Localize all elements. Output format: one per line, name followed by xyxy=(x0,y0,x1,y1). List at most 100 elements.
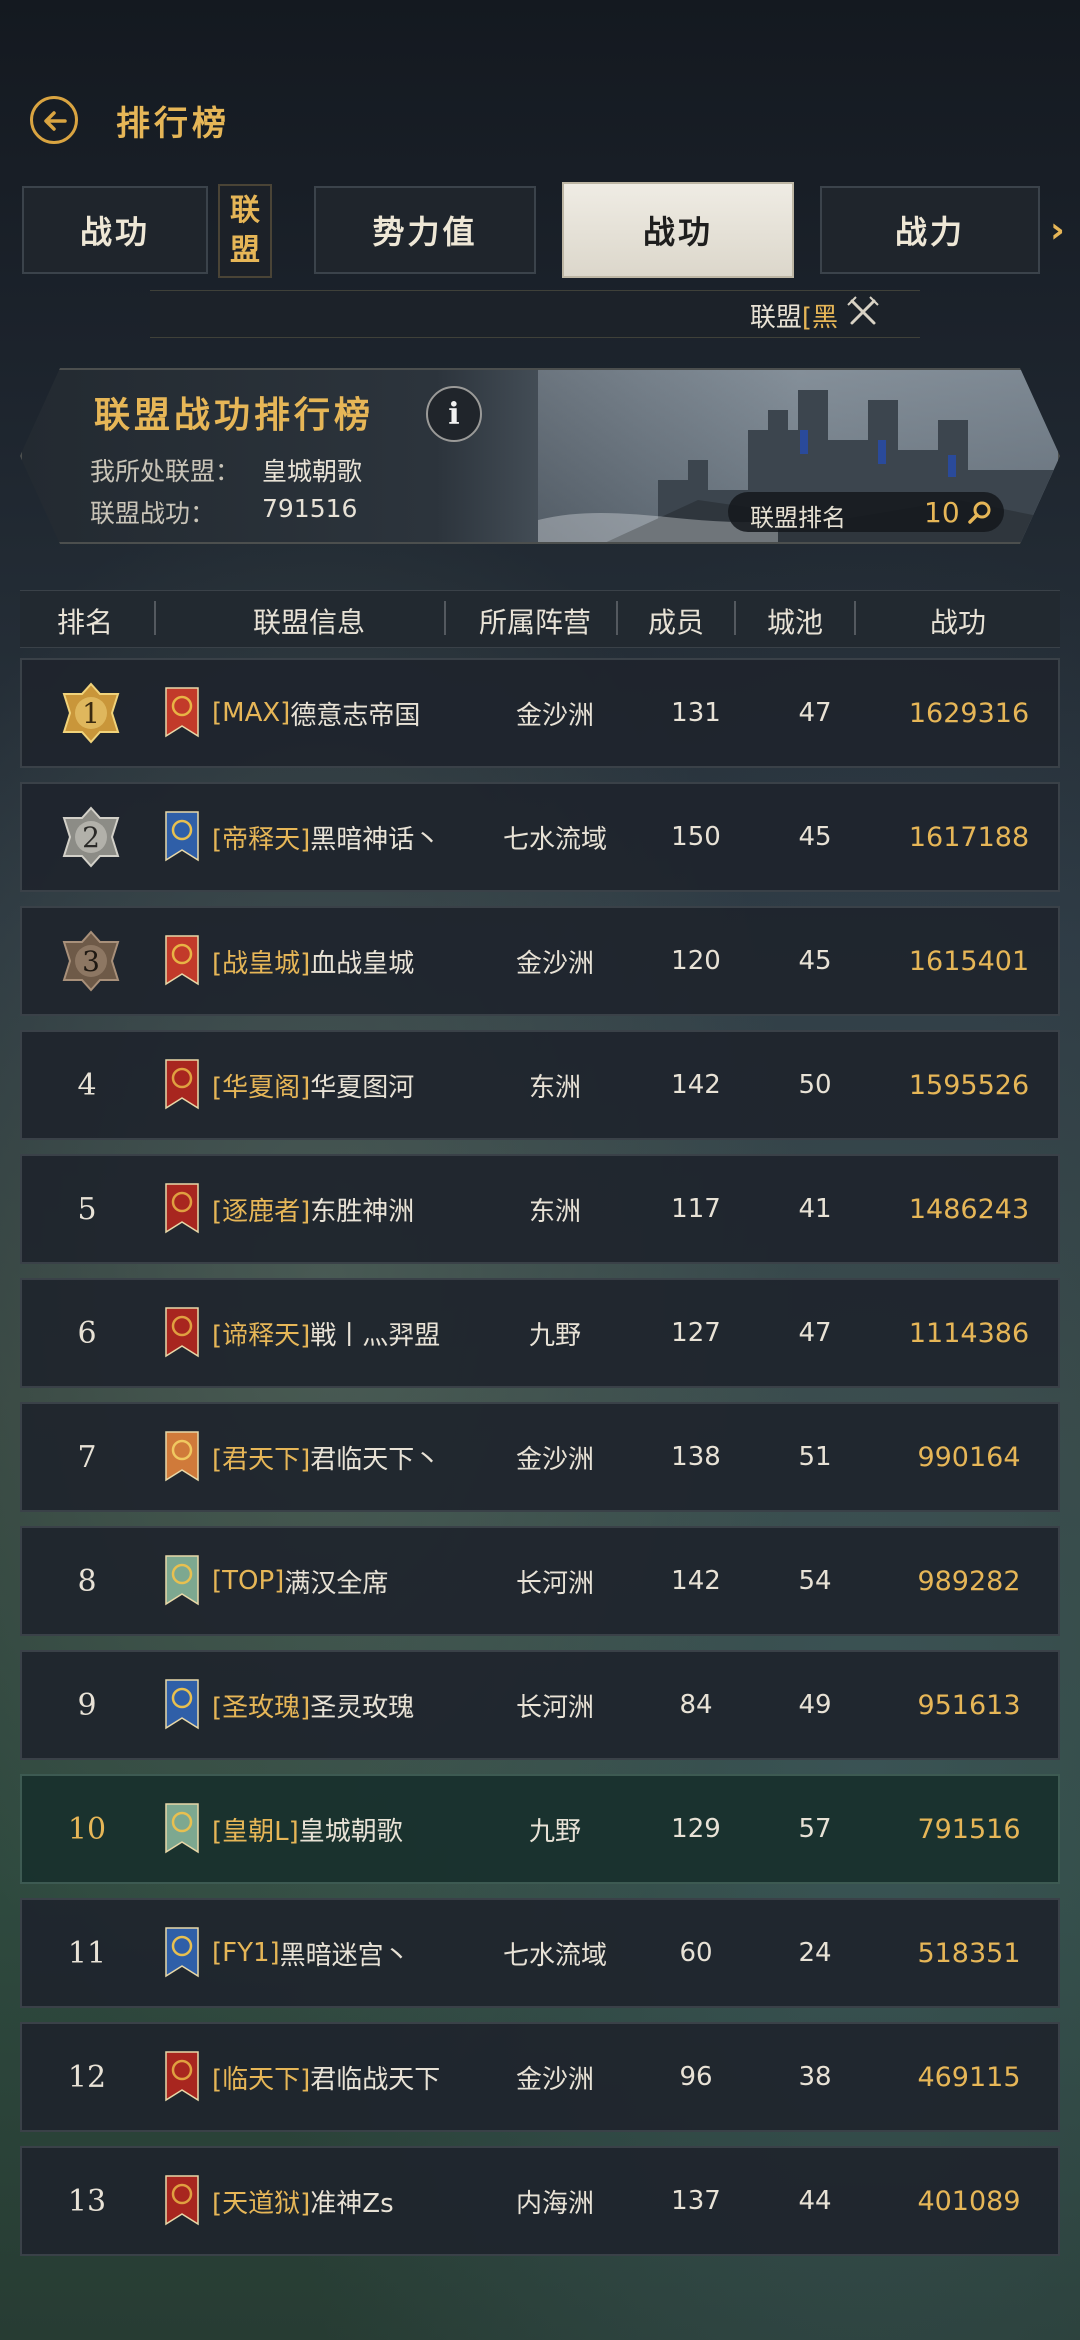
city-count: 47 xyxy=(798,698,832,728)
alliance-camp: 金沙洲 xyxy=(515,2064,594,2095)
chevron-right-icon[interactable]: › xyxy=(1050,210,1065,251)
table-row[interactable]: 4 [华夏阁] 华夏图河 东洲 142 50 1595526 xyxy=(20,1030,1060,1140)
alliance-name[interactable]: [战皇城] 血战皇城 xyxy=(212,908,472,1014)
alliance-tag: [临天下] xyxy=(212,2064,311,2095)
member-count: 142 xyxy=(671,1070,721,1100)
table-row[interactable]: 2 [帝释天] 黑暗神话丶 七水流域 150 45 1617188 xyxy=(20,782,1060,892)
rank-number: 13 xyxy=(67,2183,107,2219)
alliance-flag-icon xyxy=(165,1927,199,1978)
alliance-name[interactable]: [临天下] 君临战天下 xyxy=(212,2024,472,2130)
alliance-tag: [帝释天] xyxy=(212,824,311,855)
rank-number: 6 xyxy=(77,1315,97,1351)
rank-medal-icon: 3 xyxy=(60,930,122,992)
header-cities: 城池 xyxy=(766,606,823,639)
alliance-title: 东胜神洲 xyxy=(310,1196,415,1227)
table-row[interactable]: 11 [FY1] 黑暗迷宫丶 七水流域 60 24 518351 xyxy=(20,1898,1060,2008)
table-row[interactable]: 13 [天道狱] 准神Zs 内海洲 137 44 401089 xyxy=(20,2146,1060,2256)
alliance-tag: [TOP] xyxy=(212,1566,285,1596)
alliance-camp: 长河洲 xyxy=(515,1692,594,1723)
my-alliance-name: 皇城朝歌 xyxy=(262,457,363,486)
tab-personal-merit[interactable]: 战功 xyxy=(22,186,208,274)
alliance-camp: 东洲 xyxy=(528,1196,581,1227)
alliance-title: 皇城朝歌 xyxy=(298,1816,403,1847)
rank-number: 12 xyxy=(67,2059,107,2095)
info-icon[interactable]: i xyxy=(426,386,482,442)
table-row[interactable]: 6 [谛释天] 戦丨灬羿盟 九野 127 47 1114386 xyxy=(20,1278,1060,1388)
merit-value: 1629316 xyxy=(908,697,1030,729)
city-count: 38 xyxy=(798,2062,832,2092)
alliance-name[interactable]: [FY1] 黑暗迷宫丶 xyxy=(212,1900,472,2006)
alliance-name[interactable]: [圣玫瑰] 圣灵玫瑰 xyxy=(212,1652,472,1758)
merit-value: 401089 xyxy=(917,2185,1021,2217)
filter-label[interactable]: 联盟[黑 xyxy=(750,297,838,334)
member-count: 117 xyxy=(671,1194,721,1224)
member-count: 131 xyxy=(671,698,721,728)
alliance-tag: [谛释天] xyxy=(212,1320,311,1351)
alliance-flag-icon xyxy=(165,811,199,862)
page-title: 排行榜 xyxy=(116,104,230,144)
tab-power-value[interactable]: 势力值 xyxy=(314,186,536,274)
member-count: 137 xyxy=(671,2186,721,2216)
alliance-camp: 东洲 xyxy=(528,1072,581,1103)
tab-combat-power[interactable]: 战力 xyxy=(820,186,1040,274)
back-arrow-icon[interactable] xyxy=(30,96,78,144)
table-row[interactable]: 10 [皇朝L] 皇城朝歌 九野 129 57 791516 xyxy=(20,1774,1060,1884)
merit-value: 1486243 xyxy=(908,1193,1030,1225)
table-row[interactable]: 7 [君天下] 君临天下丶 金沙洲 138 51 990164 xyxy=(20,1402,1060,1512)
alliance-title: 君临战天下 xyxy=(310,2064,441,2095)
merit-value: 990164 xyxy=(917,1441,1021,1473)
alliance-rank-pill[interactable]: 联盟排名 10 xyxy=(728,492,1004,532)
rank-medal-icon: 2 xyxy=(60,806,122,868)
alliance-title: 黑暗迷宫丶 xyxy=(279,1940,410,1971)
merit-value: 989282 xyxy=(917,1565,1021,1597)
header-camp: 所属阵营 xyxy=(478,606,591,639)
alliance-flag-icon xyxy=(165,2175,199,2226)
member-count: 120 xyxy=(671,946,721,976)
table-row[interactable]: 5 [逐鹿者] 东胜神洲 东洲 117 41 1486243 xyxy=(20,1154,1060,1264)
alliance-name[interactable]: [皇朝L] 皇城朝歌 xyxy=(212,1776,472,1882)
alliance-flag-icon xyxy=(165,935,199,986)
alliance-name[interactable]: [华夏阁] 华夏图河 xyxy=(212,1032,472,1138)
rank-number: 2 xyxy=(82,820,100,854)
close-icon[interactable] xyxy=(846,295,880,329)
alliance-name[interactable]: [TOP] 满汉全席 xyxy=(212,1528,472,1634)
alliance-flag-icon xyxy=(165,2051,199,2102)
tab-alliance-merit[interactable]: 战功 xyxy=(562,182,794,278)
alliance-name[interactable]: [君天下] 君临天下丶 xyxy=(212,1404,472,1510)
city-count: 44 xyxy=(798,2186,832,2216)
table-row[interactable]: 8 [TOP] 满汉全席 长河洲 142 54 989282 xyxy=(20,1526,1060,1636)
table-row[interactable]: 3 [战皇城] 血战皇城 金沙洲 120 45 1615401 xyxy=(20,906,1060,1016)
alliance-name[interactable]: [MAX] 德意志帝国 xyxy=(212,660,472,766)
alliance-tag: [君天下] xyxy=(212,1444,311,1475)
alliance-camp: 七水流域 xyxy=(502,824,607,855)
city-count: 57 xyxy=(798,1814,832,1844)
table-header: 排名 联盟信息 所属阵营 成员 城池 战功 xyxy=(20,590,1060,648)
city-count: 45 xyxy=(798,946,832,976)
alliance-title: 圣灵玫瑰 xyxy=(310,1692,415,1723)
alliance-name[interactable]: [逐鹿者] 东胜神洲 xyxy=(212,1156,472,1262)
city-count: 47 xyxy=(798,1318,832,1348)
table-row[interactable]: 9 [圣玫瑰] 圣灵玫瑰 长河洲 84 49 951613 xyxy=(20,1650,1060,1760)
table-row[interactable]: 12 [临天下] 君临战天下 金沙洲 96 38 469115 xyxy=(20,2022,1060,2132)
city-count: 50 xyxy=(798,1070,832,1100)
rank-number: 11 xyxy=(67,1935,107,1971)
alliance-flag-icon xyxy=(165,1555,199,1606)
alliance-title: 德意志帝国 xyxy=(290,700,421,731)
alliance-flag-icon xyxy=(165,1183,199,1234)
alliance-flag-icon xyxy=(165,1679,199,1730)
member-count: 138 xyxy=(671,1442,721,1472)
alliance-name[interactable]: [谛释天] 戦丨灬羿盟 xyxy=(212,1280,472,1386)
alliance-rank-value: 10 xyxy=(924,496,960,529)
header-members: 成员 xyxy=(647,606,704,639)
header: 排行榜 xyxy=(0,80,1080,160)
member-count: 150 xyxy=(671,822,721,852)
city-count: 45 xyxy=(798,822,832,852)
alliance-name[interactable]: [帝释天] 黑暗神话丶 xyxy=(212,784,472,890)
alliance-camp: 金沙洲 xyxy=(515,700,594,731)
merit-value: 951613 xyxy=(917,1689,1021,1721)
member-count: 127 xyxy=(671,1318,721,1348)
search-icon xyxy=(968,501,991,524)
alliance-title: 黑暗神话丶 xyxy=(310,824,441,855)
table-row[interactable]: 1 [MAX] 德意志帝国 金沙洲 131 47 1629316 xyxy=(20,658,1060,768)
alliance-name[interactable]: [天道狱] 准神Zs xyxy=(212,2148,472,2254)
